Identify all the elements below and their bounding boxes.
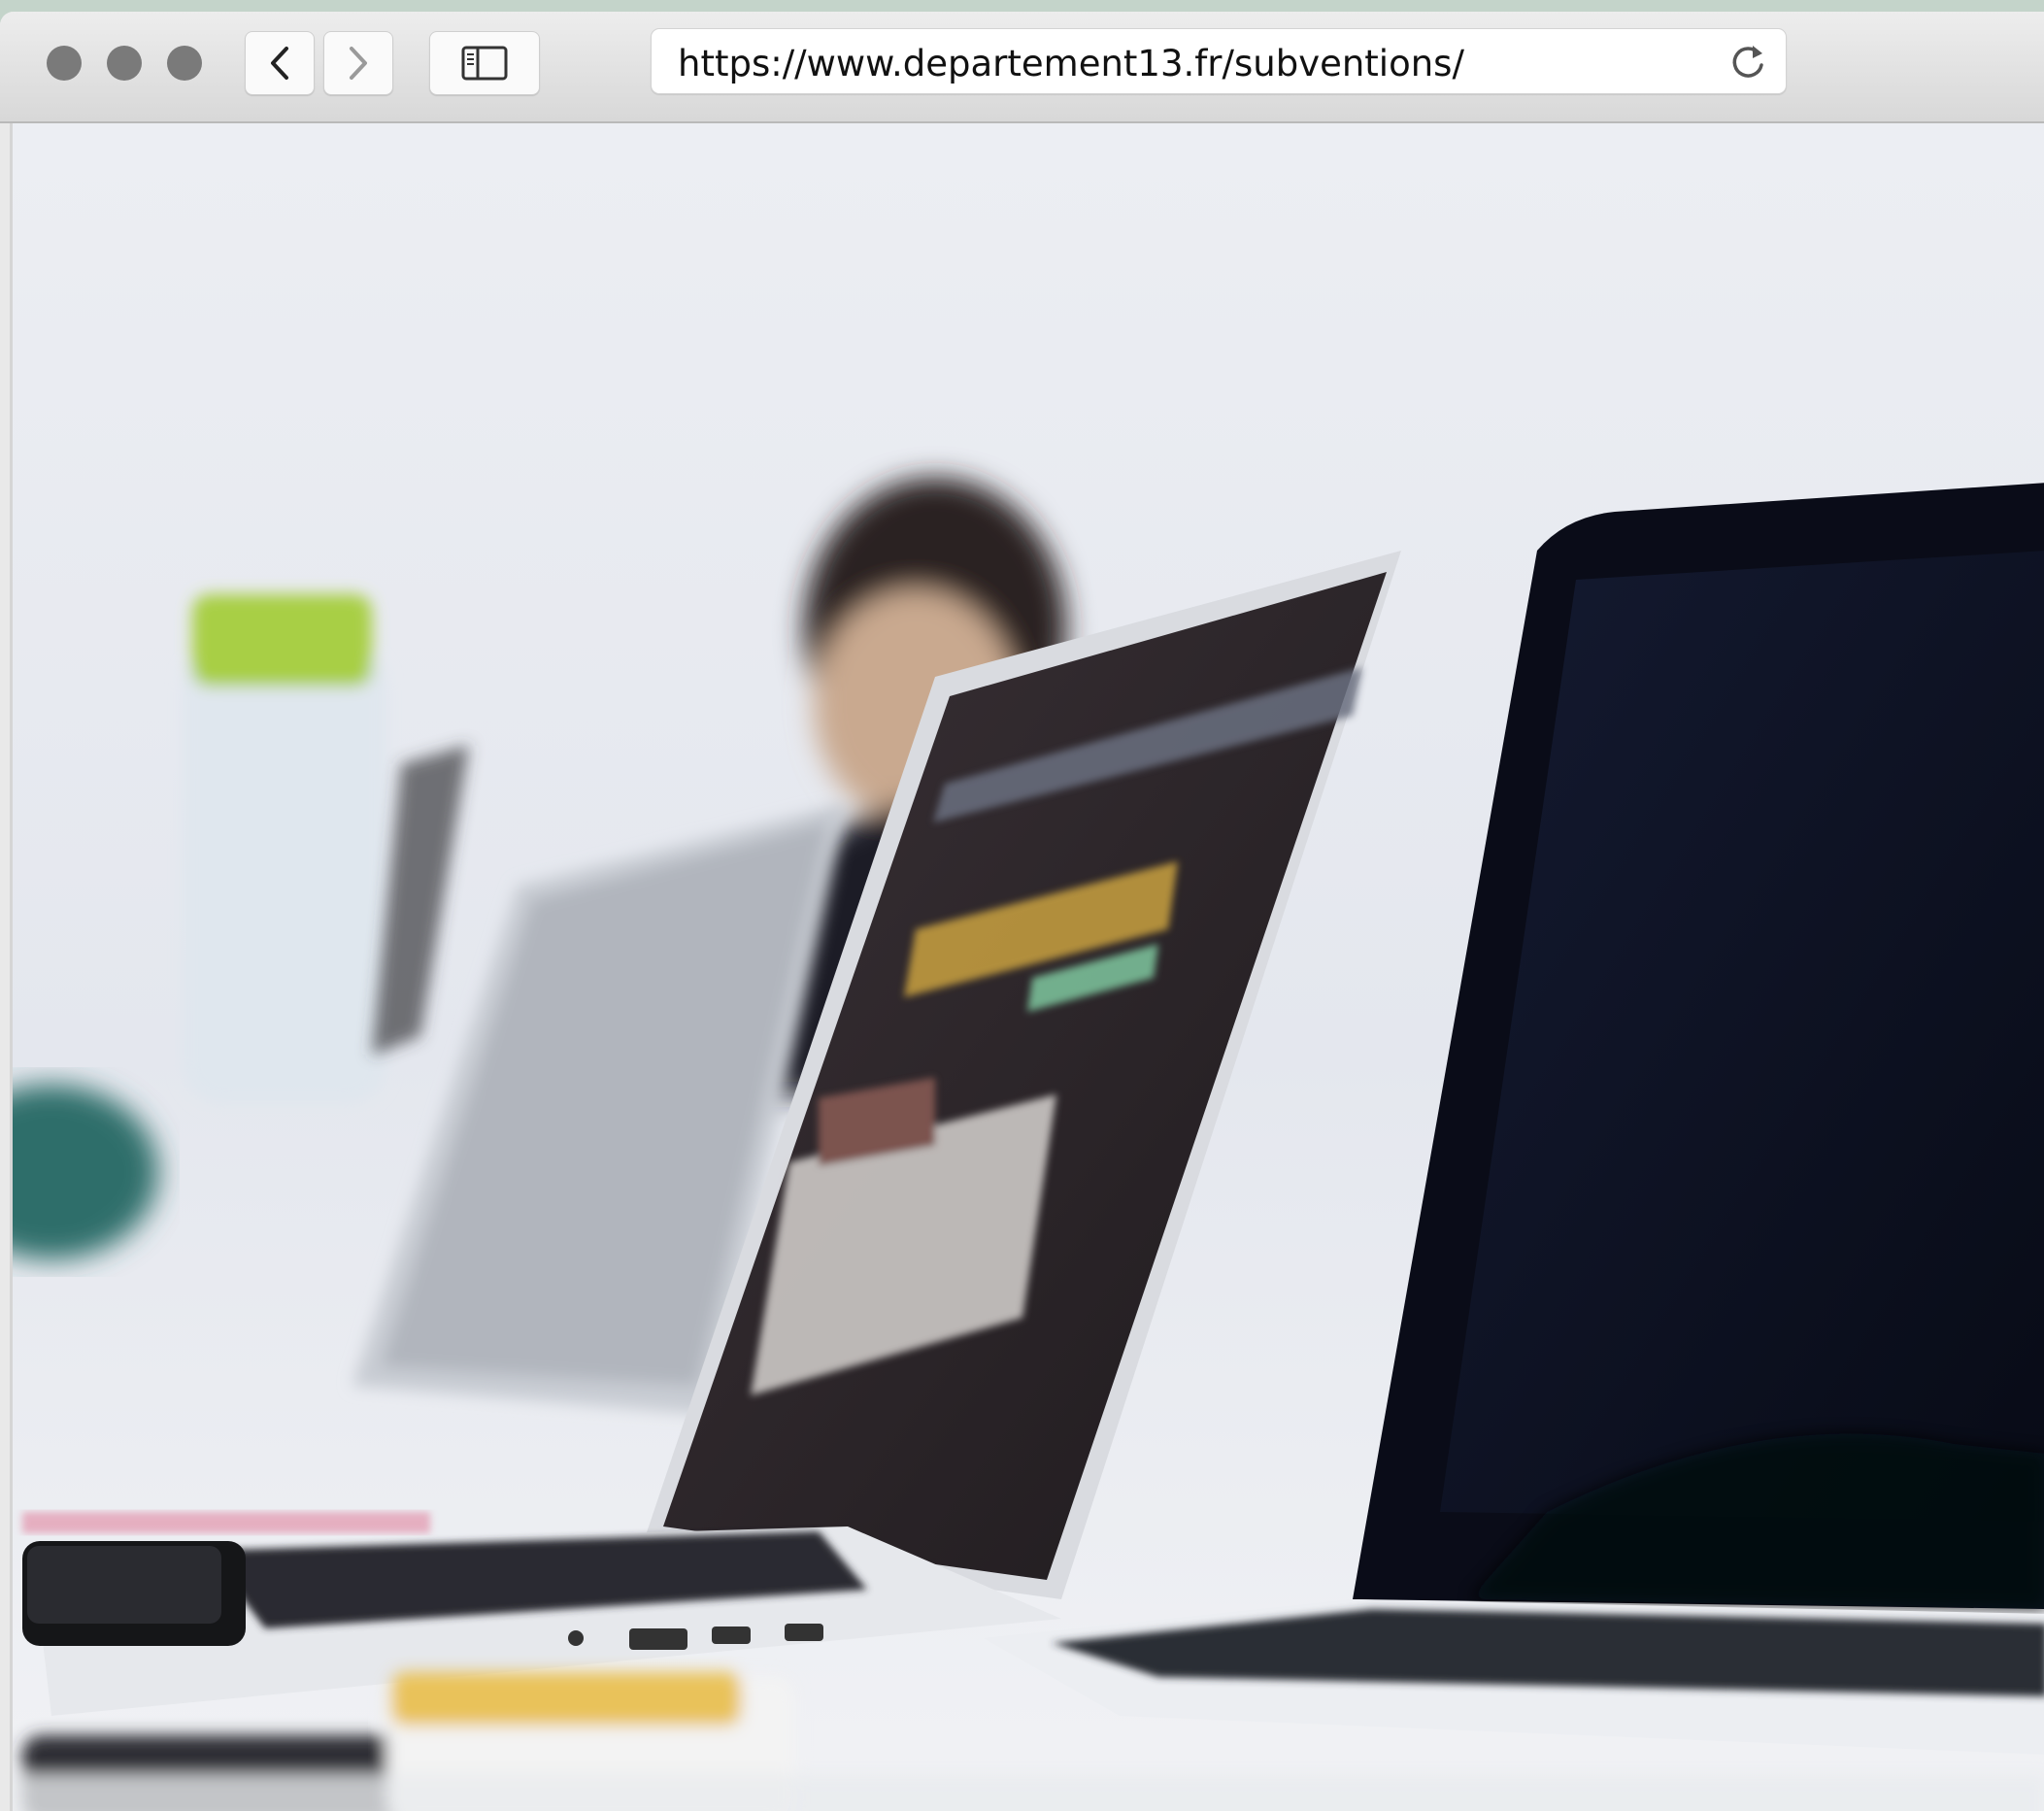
address-bar-url[interactable]: https://www.departement13.fr/subventions… [678, 43, 1464, 84]
hero-photo-laptops [13, 123, 2044, 1811]
minimize-window-button[interactable] [107, 46, 142, 81]
close-window-button[interactable] [47, 46, 82, 81]
forward-button[interactable] [323, 31, 393, 95]
back-button[interactable] [245, 31, 315, 95]
pink-notebook [22, 1512, 430, 1533]
zoom-window-button[interactable] [167, 46, 202, 81]
chevron-left-icon [271, 47, 288, 80]
phone [22, 1541, 246, 1646]
reload-icon [1732, 46, 1763, 78]
water-bottle [183, 594, 386, 1104]
address-bar[interactable]: https://www.departement13.fr/subventions… [651, 28, 1787, 94]
reload-button[interactable] [1727, 42, 1768, 86]
page-content [10, 123, 2044, 1811]
browser-toolbar: https://www.departement13.fr/subventions… [0, 12, 2044, 123]
browser-window: https://www.departement13.fr/subventions… [0, 12, 2044, 1811]
chevron-right-icon [350, 47, 367, 80]
sidebar-toggle-button[interactable] [429, 31, 540, 95]
sidebar-icon [461, 46, 508, 81]
